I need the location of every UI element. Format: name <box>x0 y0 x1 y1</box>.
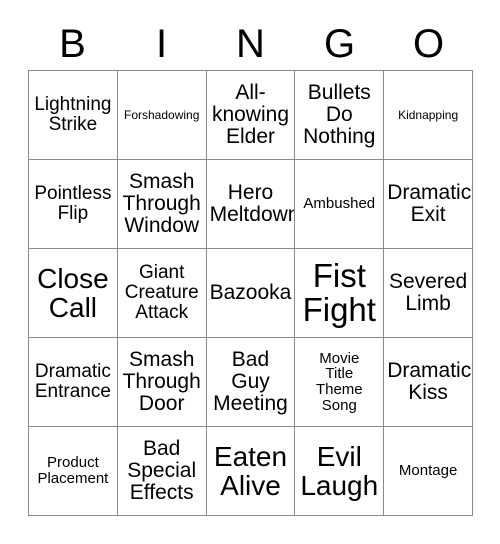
bingo-cell[interactable]: Pointless Flip <box>29 160 118 249</box>
bingo-cell-label: Dramatic Kiss <box>387 359 472 404</box>
bingo-cell[interactable]: Kidnapping <box>384 71 473 160</box>
bingo-cell-label: All- knowing Elder <box>211 81 290 148</box>
bingo-cell[interactable]: Bad Special Effects <box>117 427 207 516</box>
bingo-cell-label: Kidnapping <box>398 107 459 122</box>
bingo-cell[interactable]: Movie Title Theme Song <box>295 338 385 427</box>
bingo-cell[interactable]: Eaten Alive <box>206 427 296 516</box>
bingo-cell[interactable]: Smash Through Door <box>117 338 207 427</box>
bingo-cell[interactable]: All- knowing Elder <box>206 71 296 160</box>
bingo-cell-label: Bullets Do Nothing <box>303 81 376 148</box>
bingo-cell-label: Evil Laugh <box>300 440 379 501</box>
bingo-header-row: B I N G O <box>28 18 473 70</box>
bingo-cell[interactable]: Bullets Do Nothing <box>295 71 385 160</box>
bingo-cell[interactable]: Dramatic Kiss <box>384 338 473 427</box>
bingo-cell[interactable]: Forshadowing <box>117 71 207 160</box>
bingo-cell-label: Smash Through Door <box>122 348 201 415</box>
bingo-cell-label: Bad Special Effects <box>127 437 197 504</box>
bingo-cell-label: Fist Fight <box>302 256 376 328</box>
bingo-cell[interactable]: Bad Guy Meeting <box>206 338 296 427</box>
bingo-cell[interactable]: Hero Meltdown <box>206 160 296 249</box>
bingo-cell-label: Product Placement <box>37 454 109 487</box>
bingo-cell[interactable]: Evil Laugh <box>295 427 385 516</box>
bingo-cell[interactable]: Giant Creature Attack <box>117 249 207 338</box>
bingo-cell-label: Hero Meltdown <box>209 181 296 226</box>
bingo-cell[interactable]: Dramatic Entrance <box>29 338 118 427</box>
bingo-cell[interactable]: Smash Through Window <box>117 160 207 249</box>
bingo-cell[interactable]: Lightning Strike <box>29 71 118 160</box>
header-letter-i: I <box>155 22 168 66</box>
bingo-cell-label: Eaten Alive <box>213 440 288 501</box>
bingo-cell-label: Giant Creature Attack <box>124 262 199 323</box>
bingo-grid: Lightning Strike Forshadowing All- knowi… <box>28 70 473 516</box>
bingo-cell-label: Ambushed <box>303 195 376 213</box>
bingo-cell-label: Forshadowing <box>124 107 200 122</box>
bingo-cell-label: Dramatic Exit <box>387 181 472 226</box>
bingo-cell-label: Montage <box>398 462 458 480</box>
bingo-card: B I N G O Lightning Strike Forshadowing … <box>0 0 500 544</box>
bingo-cell[interactable]: Severed Limb <box>384 249 473 338</box>
bingo-cell[interactable]: Fist Fight <box>295 249 385 338</box>
bingo-cell[interactable]: Dramatic Exit <box>384 160 473 249</box>
header-letter-g: G <box>323 22 356 66</box>
bingo-cell-label: Severed Limb <box>388 270 468 315</box>
bingo-cell[interactable]: Close Call <box>29 249 118 338</box>
bingo-cell-label: Bad Guy Meeting <box>213 348 288 415</box>
bingo-cell-label: Lightning Strike <box>34 94 112 135</box>
bingo-cell[interactable]: Bazooka <box>206 249 296 338</box>
bingo-cell-label: Pointless Flip <box>34 183 112 224</box>
bingo-cell[interactable]: Product Placement <box>29 427 118 516</box>
header-letter-n: N <box>236 22 265 66</box>
header-letter-b: B <box>59 22 86 66</box>
bingo-cell-label: Dramatic Entrance <box>34 361 111 402</box>
bingo-cell-label: Close Call <box>37 262 109 323</box>
header-letter-o: O <box>412 22 445 66</box>
bingo-cell-label: Bazooka <box>209 281 292 305</box>
bingo-cell[interactable]: Montage <box>384 427 473 516</box>
bingo-cell-label: Smash Through Window <box>122 170 201 237</box>
bingo-cell[interactable]: Ambushed <box>295 160 385 249</box>
bingo-cell-label: Movie Title Theme Song <box>315 349 363 414</box>
